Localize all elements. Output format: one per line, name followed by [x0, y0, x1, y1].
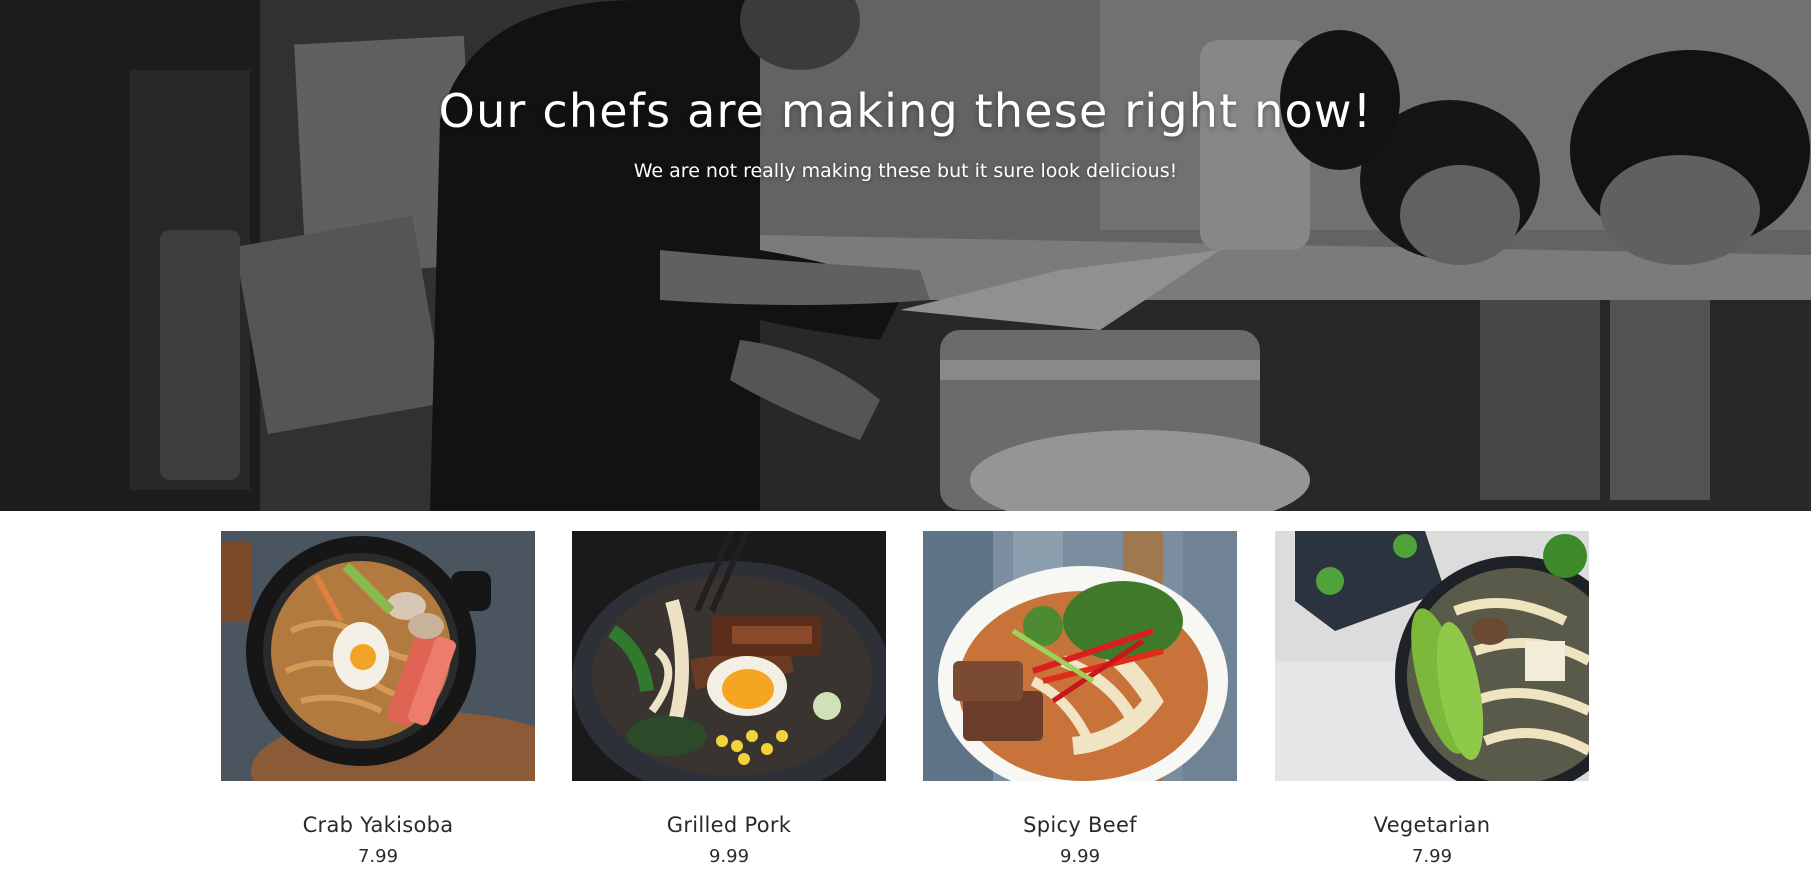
product-price: 7.99: [357, 846, 399, 867]
hero-subtitle: We are not really making these but it su…: [633, 160, 1178, 182]
product-price: 9.99: [1059, 846, 1101, 867]
hero-title: Our chefs are making these right now!: [438, 84, 1373, 138]
product-image-spicy-beef[interactable]: [923, 531, 1237, 781]
product-grid: Crab Yakisoba 7.99 Grilled Pork 9.99 Spi…: [0, 511, 1811, 891]
hero-overlay: [0, 0, 1811, 511]
product-card-spicy-beef[interactable]: Spicy Beef 9.99: [923, 531, 1237, 867]
product-card-grilled-pork[interactable]: Grilled Pork 9.99: [572, 531, 886, 867]
product-price: 7.99: [1411, 846, 1453, 867]
product-name[interactable]: Spicy Beef: [923, 813, 1237, 837]
product-image-vegetarian[interactable]: [1275, 531, 1589, 781]
product-name[interactable]: Vegetarian: [1275, 813, 1589, 837]
product-card-vegetarian[interactable]: Vegetarian 7.99: [1275, 531, 1589, 867]
product-card-crab-yakisoba[interactable]: Crab Yakisoba 7.99: [221, 531, 535, 867]
product-name[interactable]: Grilled Pork: [572, 813, 886, 837]
product-name[interactable]: Crab Yakisoba: [221, 813, 535, 837]
hero-banner: Our chefs are making these right now! We…: [0, 0, 1811, 511]
product-image-crab-yakisoba[interactable]: [221, 531, 535, 781]
product-image-grilled-pork[interactable]: [572, 531, 886, 781]
product-price: 9.99: [708, 846, 750, 867]
